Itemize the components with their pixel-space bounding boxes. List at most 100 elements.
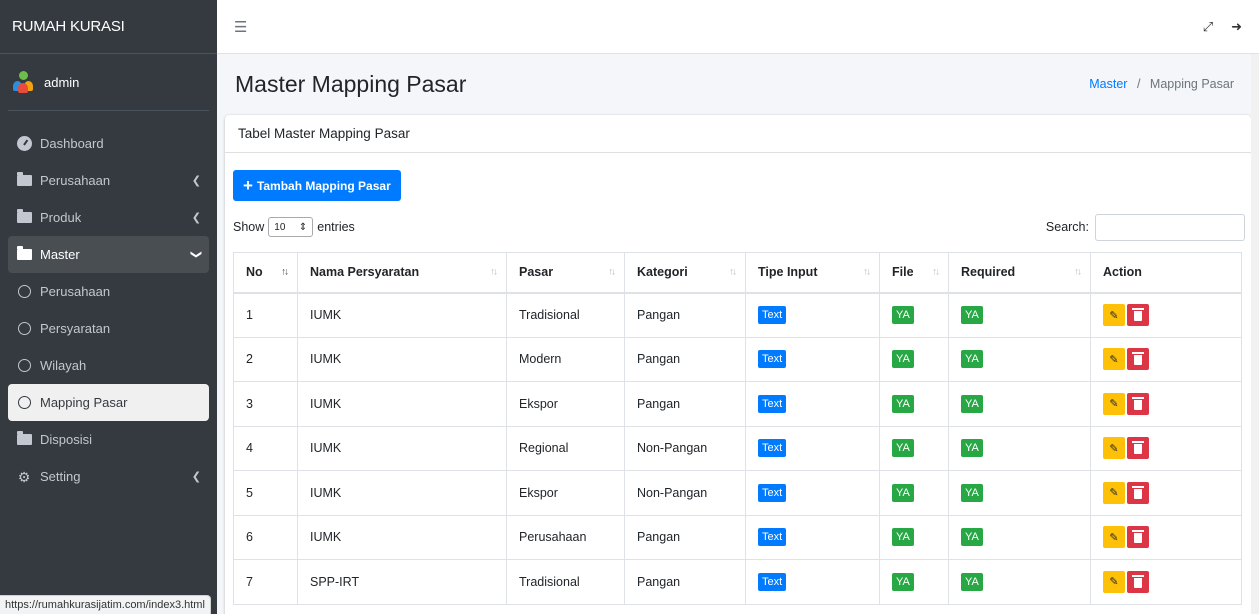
circle-icon [16,285,32,299]
sort-asc-icon: ↑↓ [281,266,289,278]
sidebar-item-label: Disposisi [40,432,93,447]
cell-pasar: Ekspor [506,381,625,427]
user-panel[interactable]: admin [8,54,209,111]
edit-button[interactable]: ✎ [1103,392,1125,415]
cell-tipe-input: Text [745,470,880,516]
cell-tipe-input: Text [745,514,880,560]
column-header-nama[interactable]: Nama Persyaratan ↑↓ [297,252,507,294]
sidebar-item-mapping-pasar[interactable]: Mapping Pasar [8,384,209,421]
show-label: Show [233,220,265,234]
breadcrumb-current: Mapping Pasar [1149,77,1234,91]
cell-kategori: Pangan [624,514,746,560]
column-header-file[interactable]: File ↑↓ [879,252,949,294]
folder-icon [16,431,32,447]
hamburger-icon[interactable]: ☰ [234,18,247,36]
edit-button[interactable]: ✎ [1103,437,1125,460]
sidebar-item-perusahaan[interactable]: Perusahaan ❮ [8,162,209,199]
file-badge: YA [892,483,914,502]
sign-out-icon[interactable]: ➜ [1231,19,1242,35]
cell-action: ✎ [1090,559,1242,605]
sidebar-item-produk[interactable]: Produk ❮ [8,199,209,236]
edit-icon: ✎ [1109,442,1119,455]
cell-file: YA [879,292,949,338]
user-name[interactable]: admin [44,75,79,90]
column-label: Action [1103,265,1142,280]
cell-pasar: Perusahaan [506,514,625,560]
edit-button[interactable]: ✎ [1103,570,1125,593]
delete-button[interactable] [1127,437,1149,460]
cell-tipe-input: Text [745,381,880,427]
entries-select[interactable]: 10 ⇕ [268,217,314,237]
cell-no: 7 [233,559,298,605]
edit-icon: ✎ [1109,487,1119,500]
sidebar-menu: Dashboard Perusahaan ❮ Produk ❮ Master ❯… [0,111,217,495]
cell-kategori: Pangan [624,336,746,382]
cell-nama: SPP-IRT [297,559,507,605]
file-badge: YA [892,394,914,413]
sidebar-item-wilayah[interactable]: Wilayah [8,347,209,384]
sidebar-item-master[interactable]: Master ❯ [8,236,209,273]
cell-no: 4 [233,425,298,471]
cell-file: YA [879,381,949,427]
cell-no: 5 [233,470,298,516]
cell-no: 3 [233,381,298,427]
trash-icon [1132,485,1144,499]
delete-button[interactable] [1127,526,1149,549]
required-badge: YA [961,350,983,369]
breadcrumb-master-link[interactable]: Master [1089,77,1127,91]
column-header-pasar[interactable]: Pasar ↑↓ [506,252,625,294]
file-badge: YA [892,306,914,324]
cell-required: YA [948,559,1091,605]
cell-file: YA [879,336,949,382]
sort-icon: ↑↓ [608,266,616,278]
delete-button[interactable] [1127,481,1149,504]
tipe-badge: Text [758,394,787,413]
column-header-kategori[interactable]: Kategori ↑↓ [624,252,746,294]
delete-button[interactable] [1127,348,1149,371]
sidebar-item-disposisi[interactable]: Disposisi [8,421,209,458]
edit-button[interactable]: ✎ [1103,304,1125,326]
delete-button[interactable] [1127,304,1149,326]
column-label: Required [961,265,1016,280]
search-input[interactable] [1095,213,1245,241]
cell-pasar: Modern [506,336,625,382]
brand-link[interactable]: RUMAH KURASI [0,0,217,54]
edit-button[interactable]: ✎ [1103,348,1125,371]
edit-button[interactable]: ✎ [1103,526,1125,549]
circle-icon [16,396,32,410]
table-body: 1 IUMK Tradisional Pangan Text YA YA ✎ 2 IUMK Mode… [233,292,1242,605]
sidebar-item-dashboard[interactable]: Dashboard [8,125,209,162]
card-body: + Tambah Mapping Pasar Show 10 ⇕ entries… [225,153,1251,605]
cell-file: YA [879,470,949,516]
plus-icon: + [243,176,253,195]
add-mapping-button[interactable]: + Tambah Mapping Pasar [233,170,401,201]
required-badge: YA [961,572,983,591]
page-scrollbar[interactable] [1251,54,1259,614]
sidebar-item-setting[interactable]: ⚙ Setting ❮ [8,458,209,495]
sidebar-item-master-perusahaan[interactable]: Perusahaan [8,273,209,310]
cell-kategori: Non-Pangan [624,470,746,516]
top-navbar: ☰ ⤢ ➜ [217,0,1259,54]
column-header-required[interactable]: Required ↑↓ [948,252,1091,294]
sidebar: RUMAH KURASI admin Dashboard Perusahaan … [0,0,217,614]
search-wrap: Search: [1046,213,1245,241]
column-header-tipe-input[interactable]: Tipe Input ↑↓ [745,252,880,294]
table-row: 7 SPP-IRT Tradisional Pangan Text YA YA ✎ [233,559,1242,605]
file-badge: YA [892,439,914,458]
file-badge: YA [892,350,914,369]
delete-button[interactable] [1127,570,1149,593]
circle-icon [16,359,32,373]
chevron-left-icon: ❮ [191,175,201,187]
expand-icon[interactable]: ⤢ [1203,19,1213,35]
table-row: 1 IUMK Tradisional Pangan Text YA YA ✎ [233,292,1242,338]
cell-pasar: Regional [506,425,625,471]
column-header-no[interactable]: No ↑↓ [233,252,298,294]
delete-button[interactable] [1127,392,1149,415]
cell-nama: IUMK [297,425,507,471]
column-label: Kategori [637,265,688,280]
edit-button[interactable]: ✎ [1103,481,1125,504]
sidebar-item-persyaratan[interactable]: Persyaratan [8,310,209,347]
mapping-table: No ↑↓ Nama Persyaratan ↑↓ Pasar ↑↓ Kategori… [233,252,1242,605]
file-badge: YA [892,572,914,591]
table-header-row: No ↑↓ Nama Persyaratan ↑↓ Pasar ↑↓ Kategori… [233,252,1242,294]
